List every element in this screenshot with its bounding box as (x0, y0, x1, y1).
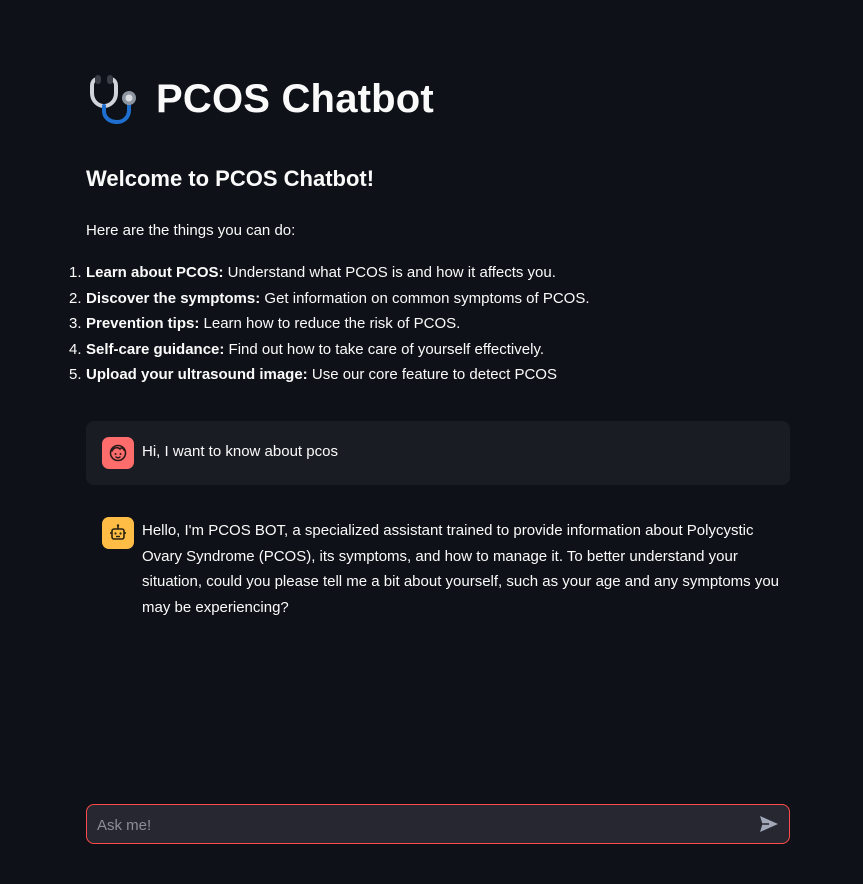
list-number: 4. (69, 340, 82, 358)
list-item-text: Use our core feature to detect PCOS (307, 366, 557, 383)
list-item: 5. Upload your ultrasound image: Use our … (69, 364, 590, 390)
list-number: 2. (69, 289, 82, 307)
list-item: 3. Prevention tips: Learn how to reduce t… (69, 313, 590, 339)
send-button[interactable] (757, 813, 781, 835)
user-face-icon (109, 444, 127, 462)
robot-icon (110, 524, 126, 540)
app-page: PCOS Chatbot Welcome to PCOS Chatbot! He… (0, 0, 863, 884)
list-item: 1. Learn about PCOS: Understand what PCOS… (69, 262, 590, 288)
chat-input-container (86, 804, 790, 845)
list-item-text: Learn how to reduce the risk of PCOS. (199, 315, 461, 332)
list-item-title: Learn about PCOS: (86, 264, 224, 281)
intro-text: Here are the things you can do: (86, 222, 296, 239)
bot-avatar (102, 517, 134, 549)
list-item-title: Upload your ultrasound image: (86, 366, 308, 383)
list-item-title: Prevention tips: (86, 315, 200, 332)
list-item-text: Understand what PCOS is and how it affec… (223, 264, 556, 281)
welcome-heading: Welcome to PCOS Chatbot! (86, 166, 375, 191)
list-number: 5. (69, 366, 82, 383)
user-message-text: Hi, I want to know about pcos (142, 443, 338, 460)
list-item-text: Get information on common symptoms of PC… (260, 289, 590, 307)
list-item: 2. Discover the symptoms: Get information… (69, 288, 590, 314)
list-number: 3. (69, 315, 82, 332)
list-item: 4. Self-care guidance: Find out how to ta… (69, 339, 590, 365)
user-message: Hi, I want to know about pcos (86, 421, 790, 485)
user-avatar (102, 437, 134, 469)
bot-message-text: Hello, I'm PCOS BOT, a specialized assis… (142, 522, 780, 616)
page-title: PCOS Chatbot (156, 76, 434, 121)
list-item-title: Discover the symptoms: (86, 289, 261, 307)
send-icon (760, 816, 778, 832)
title-row: PCOS Chatbot (86, 70, 434, 128)
feature-list: 1. Learn about PCOS: Understand what PCOS… (69, 262, 590, 390)
list-item-text: Find out how to take care of yourself ef… (224, 340, 544, 358)
stethoscope-icon (90, 75, 136, 125)
list-number: 1. (69, 264, 82, 281)
list-item-title: Self-care guidance: (86, 340, 225, 358)
chat-input[interactable] (95, 805, 739, 845)
